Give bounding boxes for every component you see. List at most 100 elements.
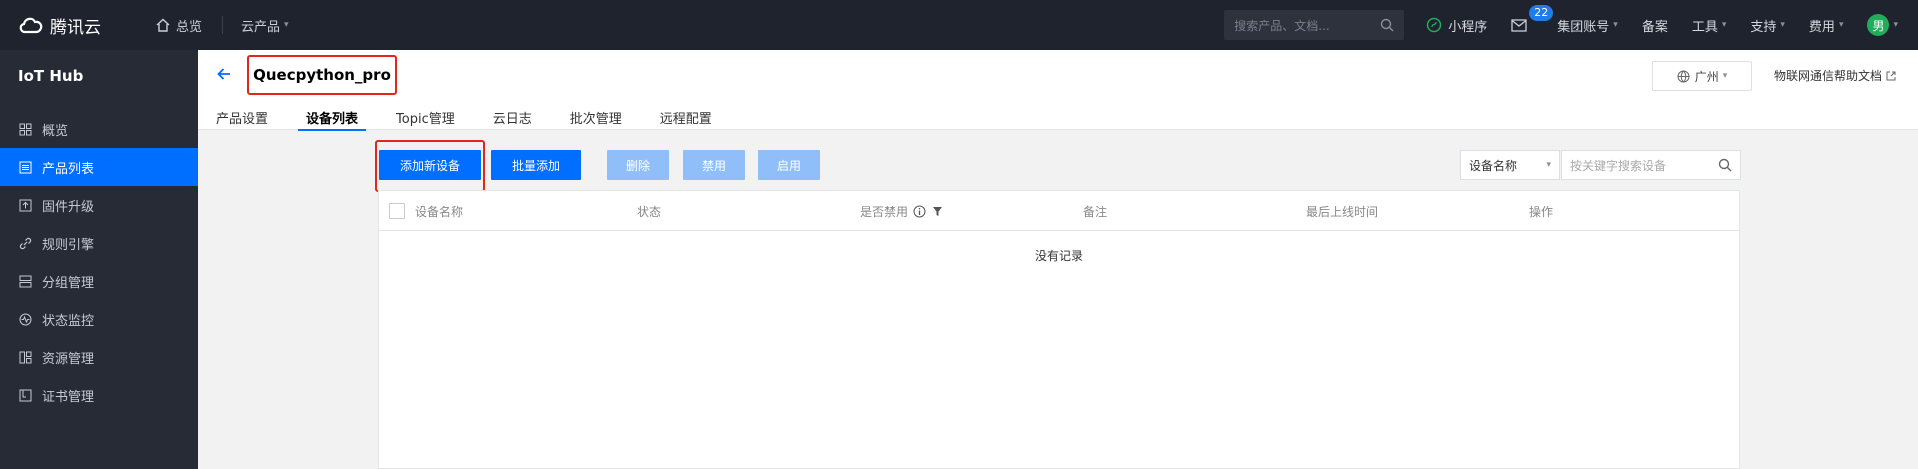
- group-account-label: 集团账号: [1557, 19, 1610, 35]
- filter-icon[interactable]: [932, 206, 943, 217]
- billing-menu[interactable]: 费用 ▾: [1809, 16, 1844, 35]
- globe-icon: [1677, 70, 1690, 82]
- page-header: Quecpython_pro 产品设置 设备列表 Topic管理 云日志 批次管…: [198, 50, 1918, 131]
- grid-icon: [18, 122, 32, 136]
- device-table: 设备名称 状态 是否禁用 备注 最后上线时间 操作 没有记录: [378, 190, 1740, 469]
- messages-button[interactable]: 22: [1511, 4, 1554, 32]
- sidebar-item-rule-engine[interactable]: 规则引擎: [0, 224, 198, 262]
- server-icon: [18, 274, 32, 288]
- brand-name: 腾讯云: [50, 17, 101, 38]
- search-icon[interactable]: [1380, 18, 1394, 32]
- tab-batch-management[interactable]: 批次管理: [570, 104, 622, 130]
- search-placeholder: 搜索产品、文档...: [1234, 18, 1330, 33]
- group-account-menu[interactable]: 集团账号 ▾: [1557, 16, 1618, 35]
- sidebar: IoT Hub 概览 产品列表 固件升级 规则引擎 分组管理 状态监控 资源管理…: [0, 50, 198, 469]
- region-select[interactable]: 广州 ▾: [1652, 61, 1752, 91]
- sidebar-item-label: 状态监控: [42, 313, 95, 329]
- link-icon: [18, 236, 32, 250]
- back-arrow-icon[interactable]: [216, 66, 232, 82]
- sidebar-item-label: 规则引擎: [42, 237, 95, 253]
- tools-menu[interactable]: 工具 ▾: [1692, 16, 1727, 35]
- chevron-down-icon: ▾: [1838, 20, 1844, 30]
- nav-products-label: 云产品: [241, 19, 281, 35]
- column-disabled: 是否禁用: [860, 191, 943, 231]
- tab-cloud-log[interactable]: 云日志: [493, 104, 532, 130]
- column-label: 状态: [637, 204, 662, 219]
- sidebar-item-resource-management[interactable]: 资源管理: [0, 338, 198, 376]
- sidebar-item-label: 固件升级: [42, 199, 95, 215]
- nav-overview-label: 总览: [176, 19, 203, 35]
- device-search-input[interactable]: 按关键字搜索设备: [1561, 150, 1741, 180]
- pulse-icon: [18, 312, 32, 326]
- device-search-placeholder: 按关键字搜索设备: [1570, 158, 1667, 173]
- delete-button[interactable]: 删除: [607, 150, 669, 180]
- enable-button[interactable]: 启用: [758, 150, 820, 180]
- sidebar-item-label: 概览: [42, 123, 69, 139]
- list-icon: [18, 160, 32, 174]
- column-device-name: 设备名称: [389, 191, 463, 231]
- resource-icon: [18, 350, 32, 364]
- sidebar-item-label: 产品列表: [42, 161, 95, 177]
- sidebar-item-certificate-management[interactable]: 证书管理: [0, 376, 198, 414]
- column-label: 备注: [1083, 204, 1108, 219]
- sidebar-item-product-list[interactable]: 产品列表: [0, 148, 198, 186]
- page-title: Quecpython_pro: [247, 55, 397, 95]
- help-doc-link[interactable]: 物联网通信帮助文档: [1774, 67, 1896, 84]
- batch-add-button[interactable]: 批量添加: [491, 150, 581, 180]
- nav-divider: [222, 16, 224, 34]
- chevron-down-icon: ▾: [1546, 160, 1551, 170]
- nav-cloud-products[interactable]: 云产品 ▾: [241, 16, 289, 35]
- column-status: 状态: [637, 191, 661, 231]
- tools-label: 工具: [1691, 19, 1718, 35]
- chevron-down-icon: ▾: [1722, 71, 1728, 81]
- disable-button[interactable]: 禁用: [683, 150, 745, 180]
- miniprogram-link[interactable]: 小程序: [1426, 16, 1487, 35]
- sidebar-item-overview[interactable]: 概览: [0, 110, 198, 148]
- search-icon[interactable]: [1718, 158, 1732, 172]
- support-label: 支持: [1750, 19, 1777, 35]
- chevron-down-icon: ▾: [1613, 20, 1618, 30]
- tab-remote-config[interactable]: 远程配置: [660, 104, 712, 130]
- sidebar-item-label: 资源管理: [42, 351, 95, 367]
- column-remark: 备注: [1083, 191, 1107, 231]
- region-label: 广州: [1694, 69, 1719, 84]
- miniprogram-icon: [1427, 17, 1442, 33]
- global-search-input[interactable]: 搜索产品、文档...: [1224, 10, 1405, 40]
- beian-label: 备案: [1641, 19, 1668, 35]
- tab-bar: 产品设置 设备列表 Topic管理 云日志 批次管理 远程配置: [216, 104, 750, 131]
- add-device-button[interactable]: 添加新设备: [379, 150, 481, 180]
- column-label: 操作: [1529, 204, 1554, 219]
- help-doc-label: 物联网通信帮助文档: [1774, 69, 1883, 83]
- billing-label: 费用: [1808, 19, 1835, 35]
- sidebar-item-status-monitor[interactable]: 状态监控: [0, 300, 198, 338]
- main-content: Quecpython_pro 产品设置 设备列表 Topic管理 云日志 批次管…: [198, 50, 1918, 469]
- column-label: 最后上线时间: [1306, 204, 1379, 219]
- chevron-down-icon: ▾: [1780, 20, 1785, 30]
- home-icon: [156, 18, 170, 32]
- miniprogram-label: 小程序: [1448, 19, 1488, 35]
- mail-icon: [1511, 18, 1527, 32]
- sidebar-item-label: 证书管理: [42, 389, 95, 405]
- sidebar-item-firmware-upgrade[interactable]: 固件升级: [0, 186, 198, 224]
- select-all-checkbox[interactable]: [389, 203, 405, 219]
- brand-logo[interactable]: 腾讯云: [18, 13, 138, 38]
- user-menu[interactable]: 男 ▾: [1867, 14, 1898, 36]
- beian-link[interactable]: 备案: [1642, 16, 1668, 35]
- column-label: 是否禁用: [860, 204, 909, 219]
- tab-topic-management[interactable]: Topic管理: [396, 104, 455, 130]
- column-label: 设备名称: [415, 204, 464, 219]
- support-menu[interactable]: 支持 ▾: [1750, 16, 1785, 35]
- empty-state-text: 没有记录: [1034, 249, 1083, 263]
- top-navigation-bar: 腾讯云 总览 云产品 ▾ 搜索产品、文档... 小程序 22 集团账号 ▾ 备案…: [0, 0, 1918, 50]
- chevron-down-icon: ▾: [1893, 20, 1898, 30]
- info-icon[interactable]: [913, 205, 926, 218]
- chevron-down-icon: ▾: [1721, 20, 1727, 30]
- tab-product-settings[interactable]: 产品设置: [216, 104, 268, 130]
- upload-icon: [18, 198, 32, 212]
- filter-field-select[interactable]: 设备名称 ▾: [1460, 150, 1560, 180]
- sidebar-item-group-management[interactable]: 分组管理: [0, 262, 198, 300]
- certificate-icon: [18, 388, 32, 402]
- table-header: 设备名称 状态 是否禁用 备注 最后上线时间 操作: [379, 191, 1739, 231]
- tab-device-list[interactable]: 设备列表: [298, 104, 367, 131]
- nav-overview[interactable]: 总览: [156, 16, 202, 35]
